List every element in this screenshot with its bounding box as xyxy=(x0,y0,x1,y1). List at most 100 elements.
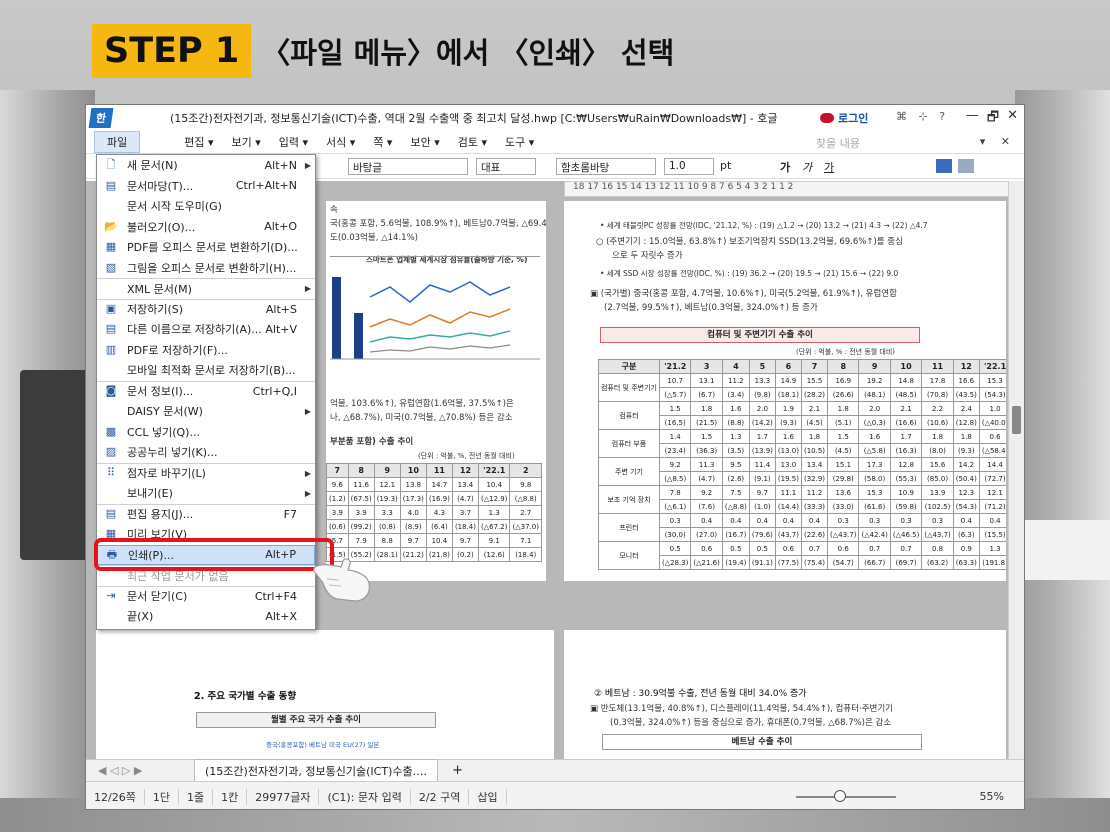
align-justify-icon[interactable] xyxy=(936,159,952,173)
zoom-slider-knob[interactable] xyxy=(834,790,846,802)
file-menu-item[interactable]: DAISY 문서(W) ▶ xyxy=(97,401,315,422)
menu-item-label: 끝(X) xyxy=(127,610,154,624)
status-insert[interactable]: 삽입 xyxy=(469,788,507,805)
step-heading: STEP 1 〈파일 메뉴〉에서 〈인쇄〉 선택 xyxy=(92,24,674,78)
status-column: 1칸 xyxy=(213,788,248,805)
add-tab-button[interactable]: + xyxy=(452,763,463,778)
menu-format[interactable]: 서식 ▾ xyxy=(326,134,355,150)
file-menu-item[interactable]: 끝(X) Alt+X xyxy=(97,606,315,627)
menu-item-label: 새 문서(N) xyxy=(127,159,178,173)
menu-item-icon: ▤ xyxy=(105,178,117,192)
window-controls: — 🗗 ✕ xyxy=(966,108,1018,130)
menu-item-shortcut: Ctrl+F4 xyxy=(254,589,297,603)
search-input[interactable]: 찾을 내용 xyxy=(816,135,860,151)
zoom-level[interactable]: 55% xyxy=(980,790,1004,803)
menubar-controls[interactable]: ▾ ✕ xyxy=(980,135,1016,148)
file-menu-item[interactable]: 🗋 새 문서(N) Alt+N ▶ xyxy=(97,155,315,176)
menu-insert[interactable]: 입력 ▾ xyxy=(279,134,308,150)
page2-bullet: (2.7억불, 99.5%↑), 베트남(0.3억불, 324.0%↑) 등 증… xyxy=(604,303,818,313)
horizontal-ruler: 18 17 16 15 14 13 12 11 10 9 8 7 6 5 4 3… xyxy=(564,181,1010,197)
status-bar: 12/26쪽 1단 1줄 1칸 29977글자 (C1): 문자 입력 2/2 … xyxy=(86,781,1024,809)
file-menu-item[interactable]: 보내기(E) ▶ xyxy=(97,483,315,504)
menu-item-label: 그림을 오피스 문서로 변환하기(H)... xyxy=(127,261,297,275)
file-menu-item[interactable]: XML 문서(M) ▶ xyxy=(97,278,315,299)
menu-edit[interactable]: 편집 ▾ xyxy=(184,134,213,150)
file-menu-item[interactable]: ▦ PDF를 오피스 문서로 변환하기(D)... xyxy=(97,237,315,258)
menu-item-icon: ▤ xyxy=(105,322,117,336)
file-menu-item[interactable]: ▤ 편집 용지(J)... F7 xyxy=(97,503,315,525)
step-instruction: 〈파일 메뉴〉에서 〈인쇄〉 선택 xyxy=(261,36,675,70)
italic-button[interactable]: 가 xyxy=(802,159,812,175)
tab-document[interactable]: (15조간)전자전기과, 정보통신기술(ICT)수출.… xyxy=(194,759,439,782)
page4-table-title: 베트남 수출 추이 xyxy=(602,734,922,750)
menu-item-label: 문서 정보(I)... xyxy=(127,385,194,399)
file-menu-item[interactable]: ⇥ 문서 닫기(C) Ctrl+F4 xyxy=(97,585,315,607)
style2-select[interactable]: 대표 xyxy=(476,158,536,175)
menu-bar: 파일 편집 ▾ 보기 ▾ 입력 ▾ 서식 ▾ 쪽 ▾ 보안 ▾ 검토 ▾ 도구 … xyxy=(86,130,1024,154)
menu-item-icon: ◙ xyxy=(105,384,117,398)
tab-nav-buttons[interactable]: ◀ ◁ ▷ ▶ xyxy=(98,764,142,777)
minimize-button[interactable]: — xyxy=(966,108,979,130)
menu-item-icon: ⇥ xyxy=(106,589,116,603)
menu-page[interactable]: 쪽 ▾ xyxy=(373,134,392,150)
vertical-scrollbar[interactable] xyxy=(1008,181,1024,759)
style-select[interactable]: 바탕글 xyxy=(348,158,468,175)
menu-item-label: DAISY 문서(W) xyxy=(127,405,203,419)
restore-button[interactable]: 🗗 xyxy=(987,108,999,130)
scroll-thumb[interactable] xyxy=(1012,406,1021,434)
menu-item-label: PDF를 오피스 문서로 변환하기(D)... xyxy=(127,241,298,255)
menu-file[interactable]: 파일 xyxy=(94,130,141,153)
hangul-logo-icon[interactable]: 한 xyxy=(88,107,114,128)
zoom-slider[interactable] xyxy=(796,796,896,798)
menu-tools[interactable]: 도구 ▾ xyxy=(505,134,534,150)
document-page-3: 2. 주요 국가별 수출 동향 월별 주요 국가 수출 추이 중국(홍콩포함) … xyxy=(96,630,554,759)
page1-line: 속 xyxy=(330,205,338,215)
font-size-input[interactable]: 1.0 xyxy=(664,158,714,175)
document-page-4: ② 베트남 : 30.9억불 수출, 전년 동월 대비 34.0% 증가 ▣ 반… xyxy=(564,630,1006,759)
document-tab-bar: ◀ ◁ ▷ ▶ (15조간)전자전기과, 정보통신기술(ICT)수출.… + xyxy=(86,759,1024,782)
status-page[interactable]: 12/26쪽 xyxy=(86,788,145,805)
menu-item-icon xyxy=(103,609,119,623)
title-toolbar-icons[interactable]: ⌘ ⊹ ? xyxy=(896,110,949,123)
page1-line: 도(0.03억불, △14.1%) xyxy=(330,233,418,243)
menu-view[interactable]: 보기 ▾ xyxy=(232,134,261,150)
page1-data-table: 7 8 9 10 11 12'22.1 2 9.6 11.6 12.1 13.8 14.7 13.4 1… xyxy=(326,463,542,562)
align-left-icon[interactable] xyxy=(958,159,974,173)
file-menu-item[interactable]: ▧ 그림을 오피스 문서로 변환하기(H)... xyxy=(97,258,315,279)
window-title: (15조간)전자전기과, 정보통신기술(ICT)수출, 역대 2월 수출액 중 … xyxy=(170,111,778,125)
menu-item-shortcut: Ctrl+Q,I xyxy=(252,384,297,398)
file-menu-item[interactable]: 모바일 최적화 문서로 저장하기(B)... xyxy=(97,360,315,381)
bold-button[interactable]: 가 xyxy=(780,159,790,175)
print-highlight-box xyxy=(94,538,334,571)
menu-item-icon: ▧ xyxy=(105,260,117,274)
menu-security[interactable]: 보안 ▾ xyxy=(410,134,439,150)
menu-item-label: PDF로 저장하기(F)... xyxy=(127,343,228,357)
file-menu-item[interactable]: ▨ 공공누리 넣기(K)... xyxy=(97,442,315,463)
file-menu-item[interactable]: ▤ 다른 이름으로 저장하기(A)... Alt+V xyxy=(97,319,315,340)
font-unit[interactable]: pt xyxy=(720,159,731,172)
page4-line: (0.3억불, 324.0%↑) 등을 중심으로 증가, 휴대폰(0.7억불, … xyxy=(610,718,892,728)
page2-data-table: 구분'21.23456789101112'22.12 컴퓨터 및 주변기기10.… xyxy=(598,359,1006,570)
page3-legend: 중국(홍콩포함) 베트남 미국 EU(27) 일본 xyxy=(266,741,380,749)
file-menu-item[interactable]: ⠿ 점자로 바꾸기(L) ▶ xyxy=(97,462,315,484)
file-menu-item[interactable]: ▥ PDF로 저장하기(F)... xyxy=(97,340,315,361)
menu-item-shortcut: Alt+V xyxy=(265,322,297,336)
file-menu-item[interactable]: ◙ 문서 정보(I)... Ctrl+Q,I xyxy=(97,380,315,402)
menu-review[interactable]: 검토 ▾ xyxy=(458,134,487,150)
page2-bullet: • 세계 태블릿PC 성장률 전망(IDC, '21.12, %) : (19)… xyxy=(600,221,928,230)
menu-item-label: 문서 시작 도우미(G) xyxy=(127,200,222,214)
file-menu-item[interactable]: ▤ 문서마당(T)... Ctrl+Alt+N xyxy=(97,176,315,197)
close-button[interactable]: ✕ xyxy=(1007,108,1018,130)
login-button[interactable]: 로그인 xyxy=(820,110,868,126)
file-menu-item[interactable]: ▩ CCL 넣기(Q)... xyxy=(97,422,315,443)
file-menu-item[interactable]: ▣ 저장하기(S) Alt+S xyxy=(97,298,315,320)
font-select[interactable]: 함초롬바탕 xyxy=(556,158,656,175)
submenu-arrow-icon: ▶ xyxy=(304,406,311,416)
menu-item-label: 공공누리 넣기(K)... xyxy=(127,446,218,460)
menu-item-shortcut: Alt+O xyxy=(264,220,297,234)
file-menu-item[interactable]: 📂 불러오기(O)... Alt+O xyxy=(97,217,315,238)
underline-button[interactable]: 가 xyxy=(824,159,834,175)
file-menu-item[interactable]: 문서 시작 도우미(G) xyxy=(97,196,315,217)
document-page-1: 속 국(홍콩 포함, 5.6억불, 108.9%↑), 베트남0.7억불, △6… xyxy=(326,201,546,581)
menu-item-label: 점자로 바꾸기(L) xyxy=(127,467,206,481)
